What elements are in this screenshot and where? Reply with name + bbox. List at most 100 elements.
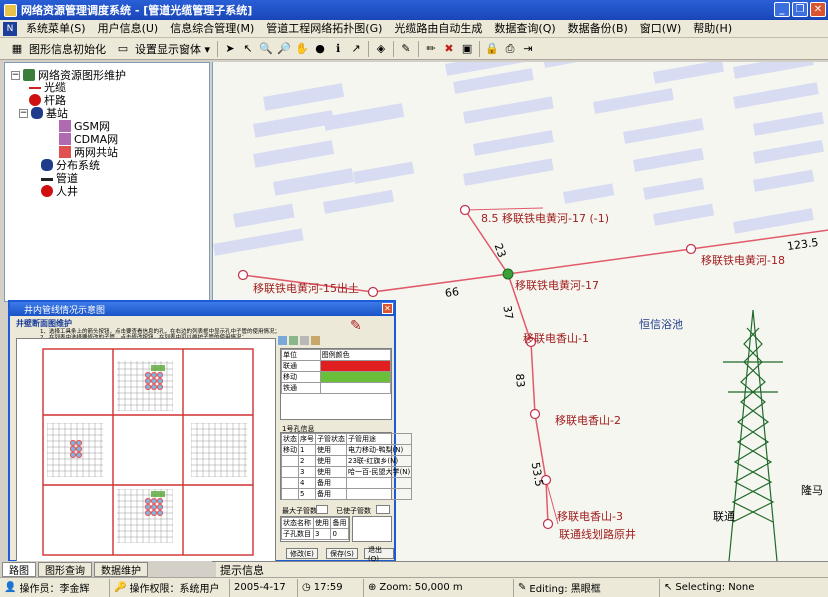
modify-button[interactable]: 修改(E) — [286, 548, 318, 559]
map-label-xiangshan-1: 移联电香山-1 — [523, 332, 589, 345]
exit-icon[interactable]: ⇥ — [520, 41, 536, 57]
legend-panel: 单位 图例颜色 联通 移动 铁通 — [280, 348, 392, 420]
tab-graphics-query[interactable]: 图形查询 — [38, 561, 92, 577]
display-window-button[interactable]: ▭ 设置显示窗体 ▾ — [110, 40, 214, 58]
delete-icon[interactable]: ✖ — [441, 41, 457, 57]
map-label-bathhouse: 恒信浴池 — [639, 318, 683, 331]
menu-window[interactable]: 窗口(W) — [634, 20, 687, 38]
tool-delete-icon[interactable] — [311, 336, 320, 345]
pipe-header-sub-status: 子管状态 — [315, 433, 347, 445]
section-drawing[interactable] — [17, 339, 275, 561]
menu-user-info[interactable]: 用户信息(U) — [92, 20, 165, 38]
toolbar: ▦ 图形信息初始化 ▭ 设置显示窗体 ▾ ➤ ↖ 🔍 🔎 ✋ ● ℹ ↗ ◈ ✎ ✏… — [0, 38, 828, 60]
arrow-edit-icon[interactable]: ↖ — [240, 41, 256, 57]
hint-bar: 提示信息 — [216, 561, 828, 577]
lock-icon[interactable]: 🔒 — [484, 41, 500, 57]
status-zoom: ⊕ Zoom: 50,000 m — [364, 578, 514, 597]
tab-data-maintenance[interactable]: 数据维护 — [94, 561, 148, 577]
dialog-toolbar — [278, 336, 393, 346]
tab-map[interactable]: 路图 — [2, 561, 36, 577]
legend-unicom[interactable]: 联通 — [281, 360, 321, 372]
line-icon — [29, 87, 41, 89]
close-button[interactable]: ✕ — [810, 2, 826, 17]
map-label-unicom-well: 联通线划路原井 — [559, 528, 636, 541]
info-icon[interactable]: ℹ — [330, 41, 346, 57]
legend-mobile-color — [319, 371, 392, 383]
window-title: 网络资源管理调度系统 - [管道光缆管理子系统] — [21, 4, 253, 17]
section-canvas[interactable] — [16, 338, 276, 562]
collapse-icon[interactable]: − — [11, 70, 20, 80]
table-row[interactable]: 3 使用 哈一百-民盟大学(N) — [281, 466, 413, 478]
init-graphics-button[interactable]: ▦ 图形信息初始化 — [4, 40, 110, 58]
table-row[interactable]: 移动 1 使用 电力移动-鸭梨(N) — [281, 444, 413, 456]
menu-info-management[interactable]: 信息综合管理(M) — [164, 20, 260, 38]
map-label-node-17: 移联铁电黄河-17 — [515, 279, 599, 292]
max-subpipe-label: 最大子管数 — [282, 507, 317, 515]
map-segment-83: 83 — [512, 372, 528, 389]
status-time: ◷ 17:59 — [298, 578, 364, 597]
tool-add-icon[interactable] — [289, 336, 298, 345]
table-row[interactable]: 5 备用 — [281, 488, 413, 500]
edit-brush-icon: ✎ — [350, 318, 362, 334]
table-row[interactable]: 2 使用 23联-红旗乡(N) — [281, 455, 413, 467]
tool-edit-icon[interactable] — [300, 336, 309, 345]
save-button[interactable]: 保存(S) — [326, 548, 358, 559]
red-dot-icon — [41, 185, 53, 197]
map-label-longma: 隆马 — [801, 484, 823, 497]
app-icon — [4, 3, 17, 17]
draw-icon[interactable]: ✏ — [423, 41, 439, 57]
pipe-section-dialog: 井内管线情况示意图 ✕ 井壁断面图维护 1、选择工具条上的箭头按钮，点击要查看信… — [8, 300, 413, 563]
status-permission: 🔑 操作权限：系统用户 — [110, 578, 230, 597]
print-icon[interactable]: ⎙ — [502, 41, 518, 57]
menu-route-generate[interactable]: 光缆路由自动生成 — [388, 20, 488, 38]
max-subpipe-field[interactable] — [316, 505, 328, 514]
pointer-icon[interactable]: ↗ — [348, 41, 364, 57]
status-bar: 👤 操作员：李金辉 🔑 操作权限：系统用户 2005-4-17 ◷ 17:59 ⊕ Zo… — [0, 577, 828, 597]
map-label-node-17-1: 8.5 移联铁电黄河-17 (-1) — [481, 212, 610, 225]
menu-system[interactable]: 系统菜单(S) — [20, 20, 92, 38]
edit-tool-icon[interactable]: ✎ — [398, 41, 414, 57]
status-editing: ✎ Editing: 黑眼框 — [514, 578, 660, 597]
legend-tietong-color — [319, 382, 392, 394]
save-icon[interactable]: ▣ — [459, 41, 475, 57]
count-table-panel: 状态名称 使用 备用 子孔数目 3 0 — [280, 516, 350, 542]
globe-icon[interactable]: ● — [312, 41, 328, 57]
bottom-tab-bar: 路图 图形查询 数据维护 — [0, 561, 212, 577]
collapse-icon[interactable]: − — [19, 108, 28, 118]
pipe-header-usage: 子管用途 — [345, 433, 413, 445]
status-selecting: ↖ Selecting: None — [664, 582, 755, 593]
dialog-close-button[interactable]: ✕ — [382, 303, 393, 314]
menu-help[interactable]: 帮助(H) — [687, 20, 738, 38]
window-icon: ▭ — [117, 42, 129, 55]
tool-arrow-icon[interactable] — [278, 336, 287, 345]
map-label-xiangshan-2: 移联电香山-2 — [555, 414, 621, 427]
zoom-in-icon[interactable]: 🔍 — [258, 41, 274, 57]
table-row[interactable]: 4 备用 — [281, 477, 413, 489]
pan-hand-icon[interactable]: ✋ — [294, 41, 310, 57]
map-label-node-15: 移联铁电黄河-15出土 — [253, 282, 359, 295]
legend-header-unit: 单位 — [281, 349, 321, 361]
legend-tietong[interactable]: 铁通 — [281, 382, 321, 394]
status-operator: 👤 操作员：李金辉 — [0, 578, 110, 597]
count-notes-panel — [352, 516, 392, 542]
exit-button[interactable]: 退出(Q) — [364, 546, 394, 563]
used-subpipe-field[interactable] — [376, 505, 390, 514]
layer-icon[interactable]: ◈ — [373, 41, 389, 57]
cursor-icon: ↖ — [664, 582, 673, 593]
minimize-button[interactable]: _ — [774, 2, 790, 17]
menu-backup[interactable]: 数据备份(B) — [562, 20, 634, 38]
restore-button[interactable]: ❐ — [792, 2, 808, 17]
clock-icon: ◷ — [302, 582, 311, 593]
zoom-out-icon[interactable]: 🔎 — [276, 41, 292, 57]
menu-topology[interactable]: 管道工程网络拓扑图(G) — [260, 20, 388, 38]
title-bar: 网络资源管理调度系统 - [管道光缆管理子系统] _ ❐ ✕ — [0, 0, 828, 20]
tree-item-manhole[interactable]: 人井 — [41, 183, 78, 199]
pipe-line-icon — [41, 177, 53, 181]
arrow-select-icon[interactable]: ➤ — [222, 41, 238, 57]
menu-bar: N 系统菜单(S) 用户信息(U) 信息综合管理(M) 管道工程网络拓扑图(G)… — [0, 20, 828, 38]
legend-mobile[interactable]: 移动 — [281, 371, 321, 383]
legend-header-color: 图例颜色 — [319, 349, 392, 361]
menu-logo-icon: N — [3, 21, 17, 36]
menu-query[interactable]: 数据查询(Q) — [488, 20, 561, 38]
dialog-titlebar: 井内管线情况示意图 ✕ — [10, 302, 394, 316]
